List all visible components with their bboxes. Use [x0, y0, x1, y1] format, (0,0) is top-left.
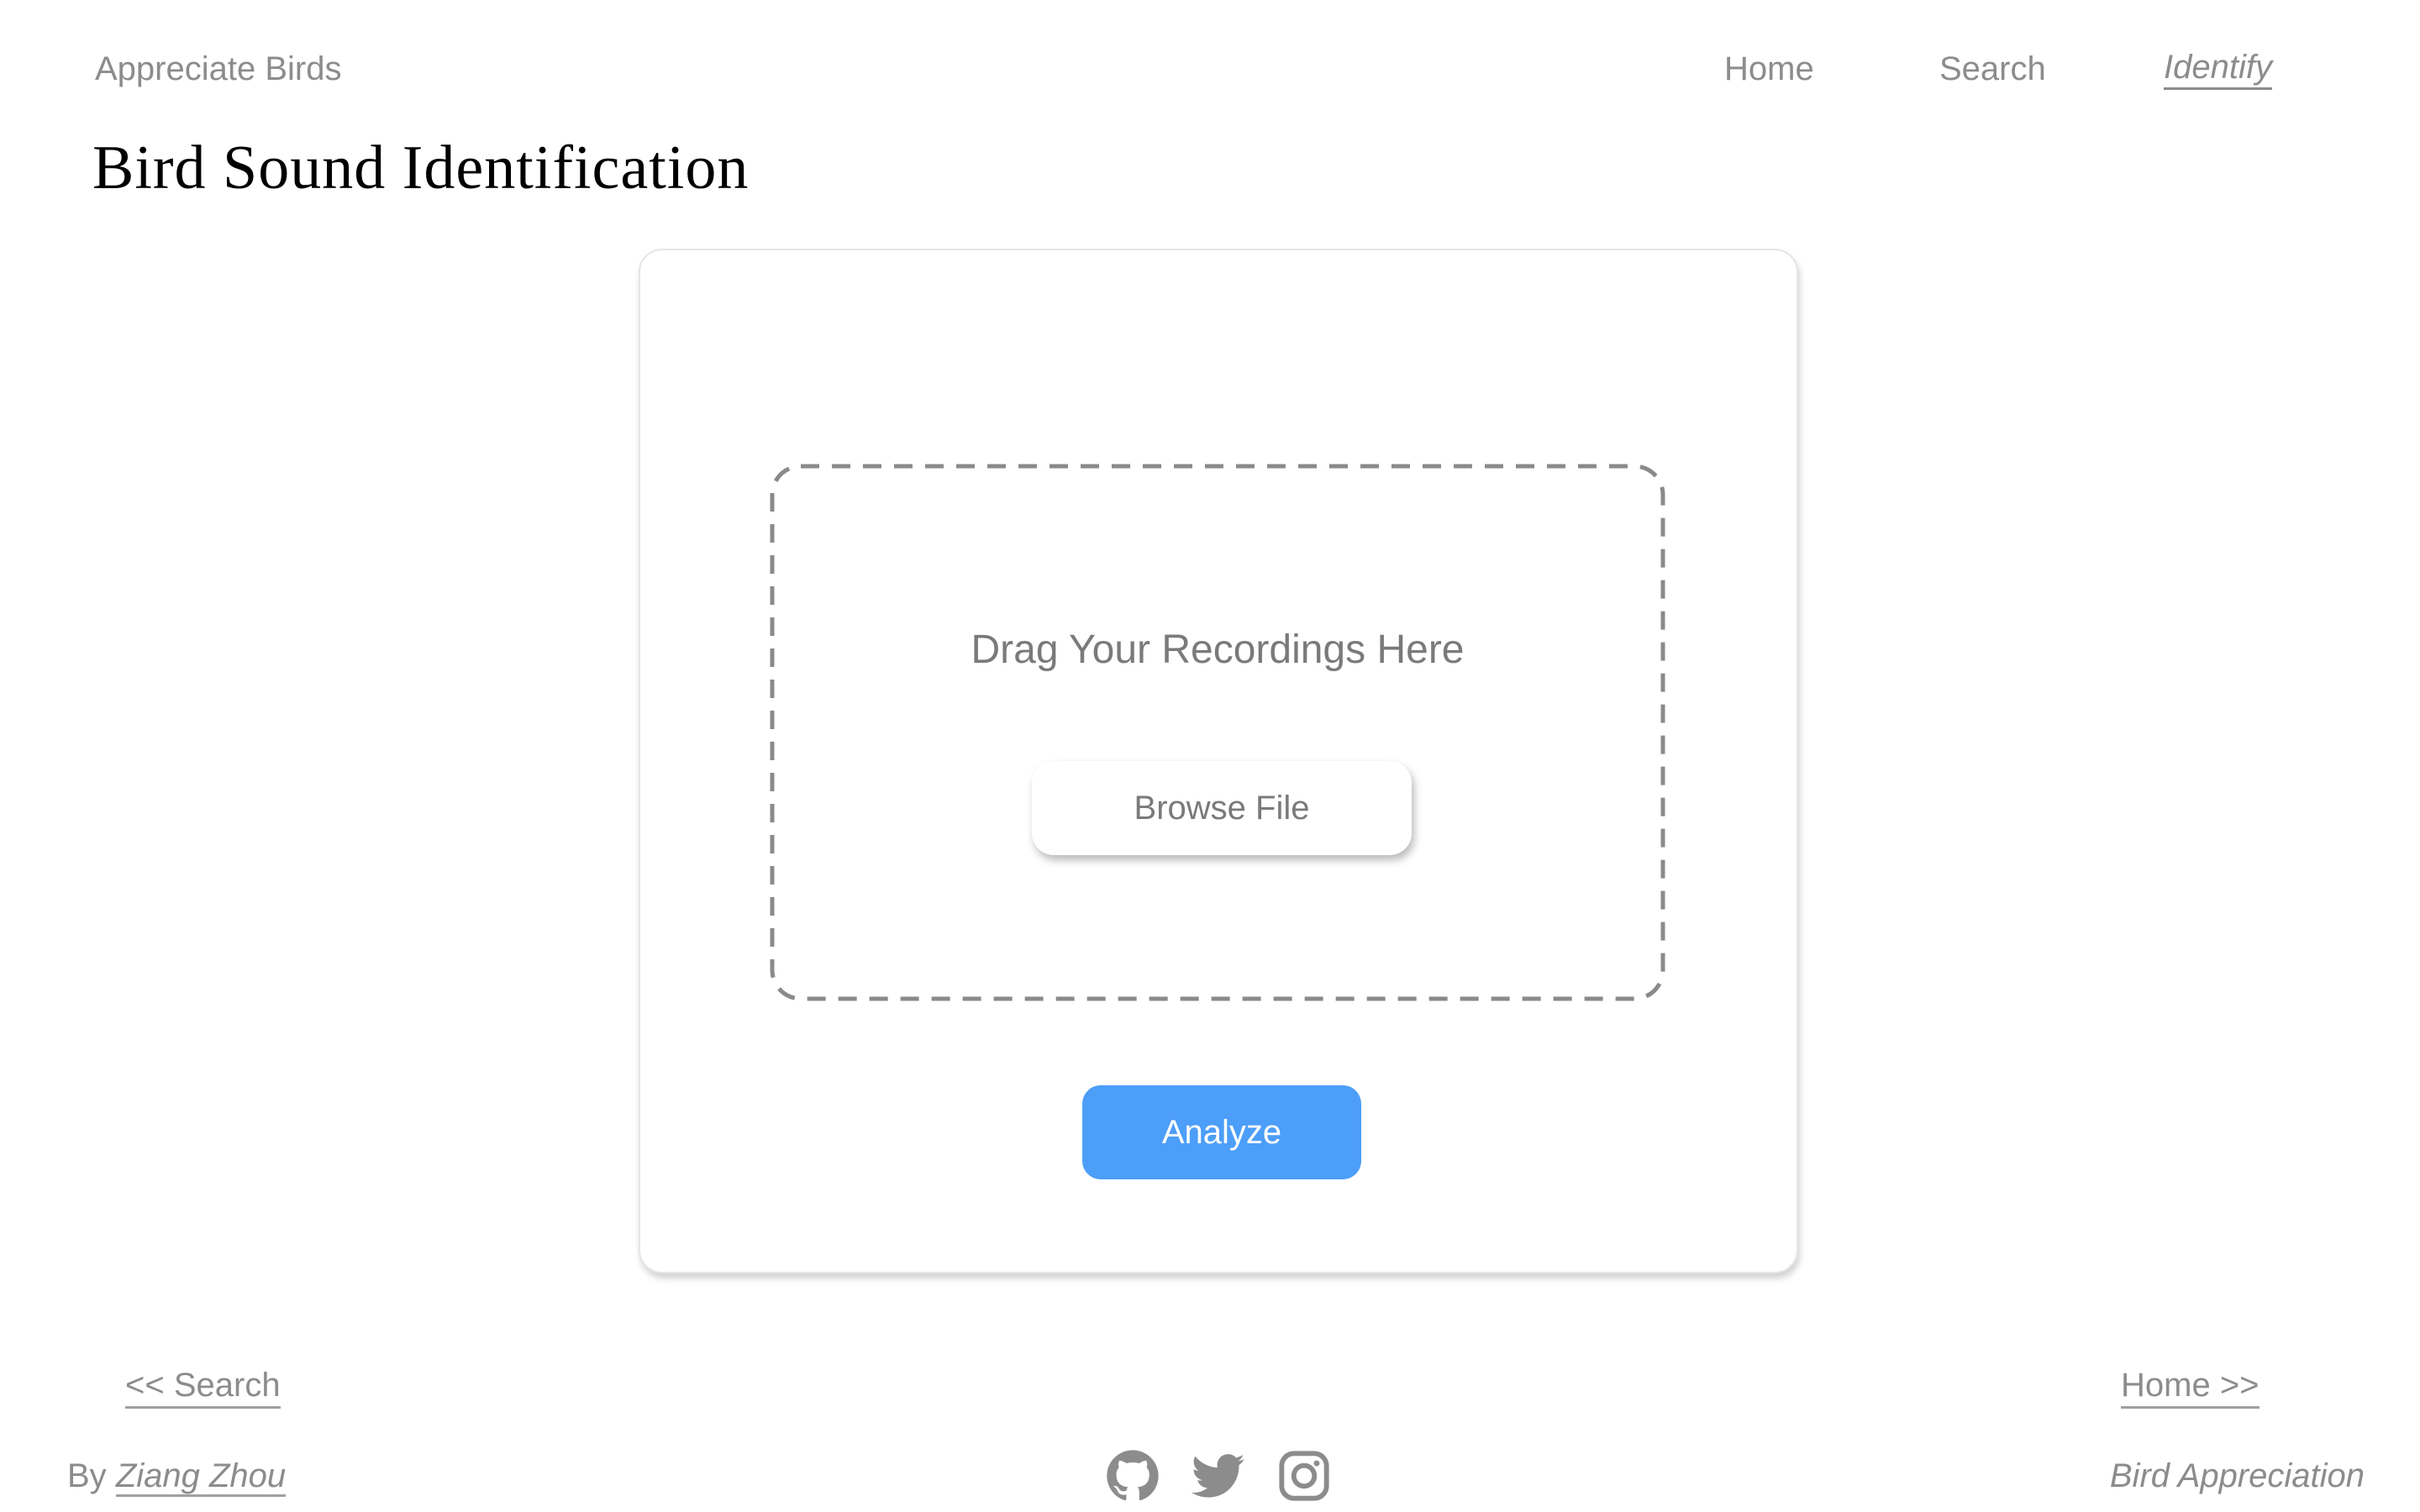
page: Appreciate Birds Home Search Identify Bi… — [0, 0, 2420, 1512]
social-links — [1106, 1449, 1333, 1503]
twitter-icon[interactable] — [1192, 1449, 1245, 1503]
drop-zone[interactable]: Drag Your Recordings Here Browse File — [770, 464, 1665, 1001]
nav-identify[interactable]: Identify — [2164, 47, 2272, 90]
analyze-button[interactable]: Analyze — [1082, 1085, 1361, 1179]
brand-link[interactable]: Appreciate Birds — [95, 47, 341, 91]
footer-byline: By Ziang Zhou — [67, 1455, 287, 1497]
footer-by-prefix: By — [67, 1457, 107, 1494]
upload-card: Drag Your Recordings Here Browse File An… — [639, 249, 1798, 1273]
footer-site-name: Bird Appreciation — [2109, 1457, 2365, 1494]
prev-page-link[interactable]: << Search — [125, 1364, 281, 1409]
drop-zone-text: Drag Your Recordings Here — [971, 627, 1465, 672]
next-page-link[interactable]: Home >> — [2121, 1364, 2260, 1409]
page-title: Bird Sound Identification — [92, 134, 750, 202]
nav-search[interactable]: Search — [1939, 47, 2046, 91]
github-icon[interactable] — [1106, 1449, 1160, 1503]
browse-file-button[interactable]: Browse File — [1032, 761, 1412, 855]
instagram-icon[interactable] — [1277, 1449, 1331, 1503]
footer-author-link[interactable]: Ziang Zhou — [115, 1457, 287, 1497]
drop-zone-border — [770, 464, 1665, 1001]
nav-home[interactable]: Home — [1724, 47, 1814, 91]
